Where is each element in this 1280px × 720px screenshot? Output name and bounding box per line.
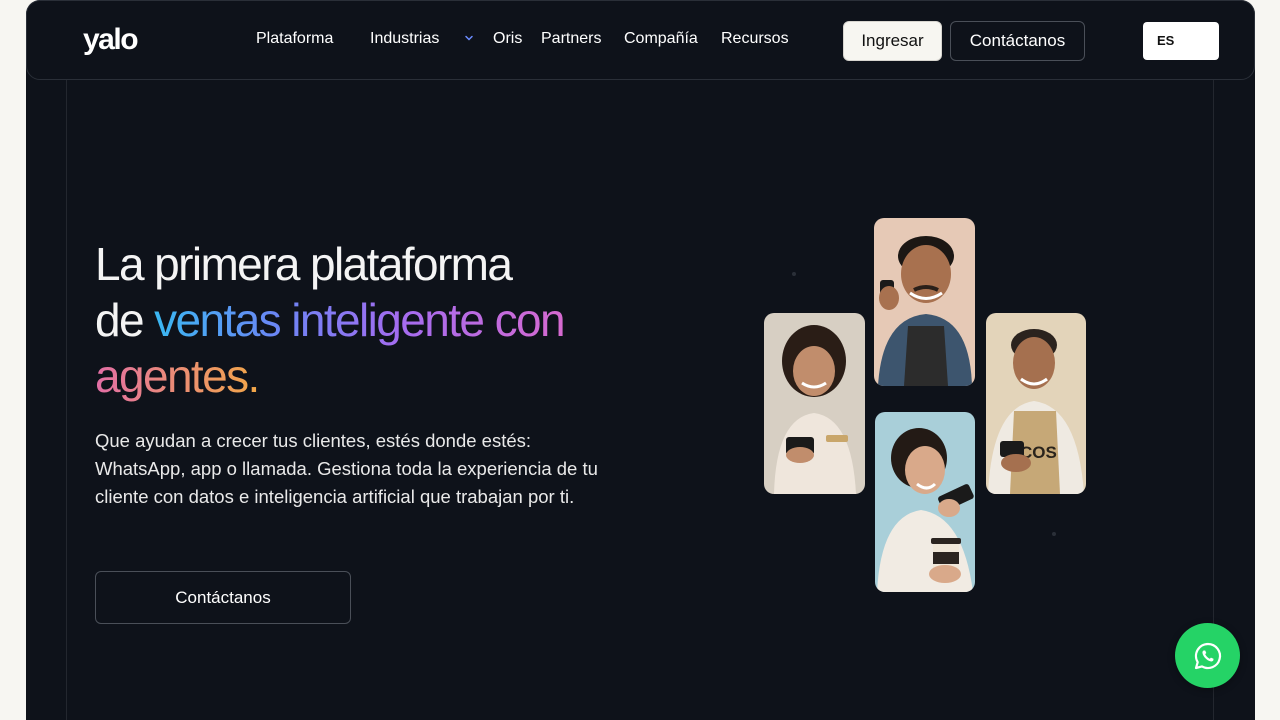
yalo-logo-icon: yalo (83, 23, 140, 56)
whatsapp-chat-button[interactable] (1175, 623, 1240, 688)
nav-item-oris[interactable]: Oris (493, 30, 522, 48)
yalo-logo[interactable]: yalo (83, 21, 151, 61)
headline-line-1: La primera plataforma (95, 238, 513, 290)
whatsapp-icon (1194, 642, 1221, 669)
nav-item-industrias[interactable]: Industrias (370, 30, 439, 48)
headline-line-2-gradient: ventas inteligente con (154, 294, 565, 346)
nav-item-compania[interactable]: Compañía (624, 30, 698, 48)
decor-dot (1052, 532, 1056, 536)
decor-dot (792, 272, 796, 276)
nav-item-plataforma[interactable]: Plataforma (256, 30, 333, 48)
contact-button-header[interactable]: Contáctanos (950, 21, 1085, 61)
hero-headline: La primera plataforma de ventas intelige… (95, 236, 655, 404)
hero-subtext: Que ayudan a crecer tus clientes, estés … (95, 430, 598, 507)
nav-item-partners[interactable]: Partners (541, 30, 601, 48)
svg-text:yalo: yalo (83, 23, 138, 56)
chevron-down-icon[interactable] (463, 32, 475, 44)
photo-man-apron: COS (986, 313, 1086, 494)
headline-line-3-gradient: agentes. (95, 350, 260, 402)
contact-button-hero[interactable]: Contáctanos (95, 571, 351, 624)
headline-line-2-plain: de (95, 294, 155, 346)
top-navigation-bar: yalo Plataforma Industrias Oris Partners… (26, 0, 1255, 80)
photo-woman-phone (764, 313, 865, 494)
guide-line-left (66, 80, 67, 720)
photo-man-on-call (874, 218, 975, 386)
photo-woman-coffee (875, 412, 975, 592)
nav-item-recursos[interactable]: Recursos (721, 30, 789, 48)
page-frame: yalo Plataforma Industrias Oris Partners… (26, 0, 1255, 720)
login-button[interactable]: Ingresar (843, 21, 942, 61)
language-selector[interactable]: ES (1143, 22, 1219, 60)
